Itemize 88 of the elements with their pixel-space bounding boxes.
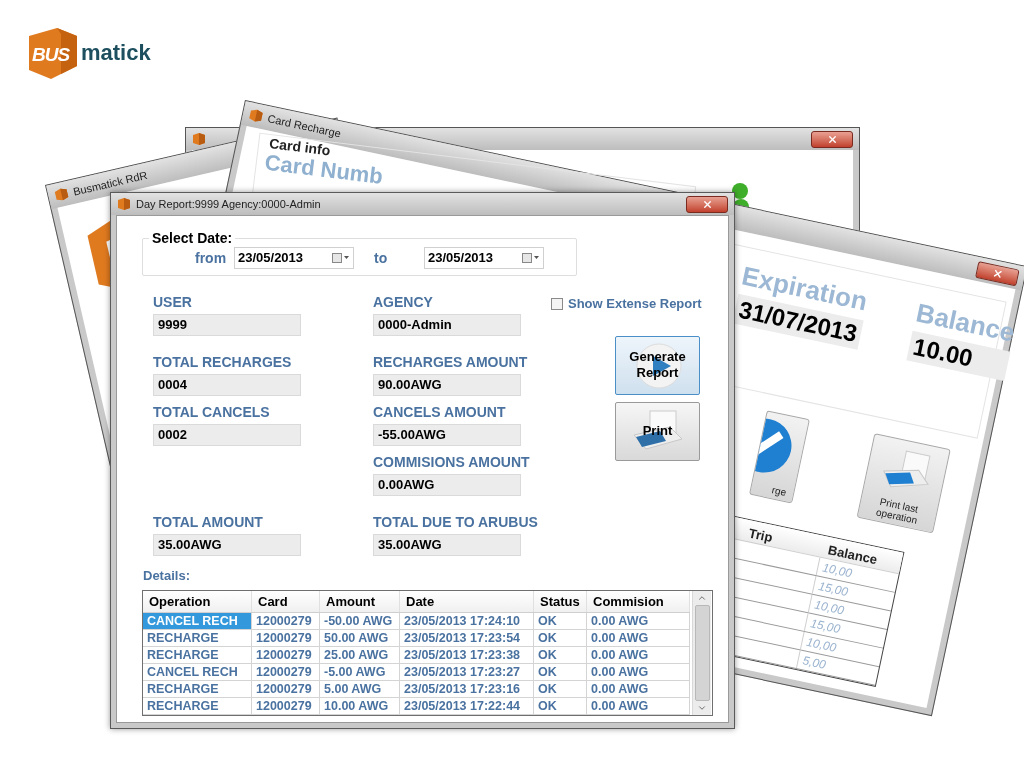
table-cell: 5.00 AWG	[320, 680, 400, 697]
column-header[interactable]: Amount	[320, 590, 400, 612]
show-extense-checkbox[interactable]	[551, 297, 563, 310]
close-button[interactable]	[975, 260, 1020, 286]
close-icon	[826, 133, 838, 145]
table-cell: 12000279	[252, 680, 320, 697]
checkbox-label: Show Extense Report	[568, 295, 702, 313]
app-icon	[53, 186, 70, 203]
table-cell: 12000279	[252, 697, 320, 714]
field-label: CANCELS AMOUNT	[373, 404, 507, 420]
table-cell[interactable]: RECHARGE	[143, 629, 252, 646]
from-label: from	[195, 248, 228, 268]
value-field: 35.00AWG	[153, 534, 301, 556]
field-label: USER	[153, 294, 193, 310]
field-label: RECHARGES AMOUNT	[373, 354, 529, 370]
app-icon	[117, 197, 131, 211]
table-cell: OK	[534, 680, 587, 697]
from-date-field[interactable]: 23/05/2013	[234, 247, 354, 269]
table-cell: 10.00 AWG	[320, 697, 400, 714]
table-cell: OK	[534, 629, 587, 646]
column-header[interactable]: Card	[252, 590, 320, 612]
table-cell: 0.00 AWG	[587, 612, 690, 629]
app-icon	[247, 107, 265, 124]
table-cell: 23/05/2013 17:23:16	[400, 680, 534, 697]
logo-mark: BUS	[27, 26, 79, 80]
value-field: 0.00AWG	[373, 474, 521, 496]
field-label: TOTAL AMOUNT	[153, 514, 264, 530]
table-cell: -5.00 AWG	[320, 663, 400, 680]
recharge-button[interactable]: rge	[749, 410, 810, 504]
table-cell: 23/05/2013 17:23:54	[400, 629, 534, 646]
table-cell: 0.00 AWG	[587, 663, 690, 680]
table-cell: 12000279	[252, 663, 320, 680]
table-cell[interactable]: RECHARGE	[143, 697, 252, 714]
column-header[interactable]: Date	[400, 590, 534, 612]
close-button[interactable]	[686, 195, 728, 213]
to-label: to	[374, 248, 389, 268]
table-cell: OK	[534, 612, 587, 629]
value-field: -55.00AWG	[373, 424, 521, 446]
table-cell: 0.00 AWG	[587, 646, 690, 663]
table-cell[interactable]: RECHARGE	[143, 680, 252, 697]
table-cell: -50.00 AWG	[320, 612, 400, 629]
calendar-dropdown-icon[interactable]	[332, 253, 350, 263]
print-last-operation-button[interactable]: Print last operation	[856, 433, 951, 534]
table-cell: 0.00 AWG	[587, 697, 690, 714]
value-field: 0004	[153, 374, 301, 396]
table-cell[interactable]: CANCEL RECH	[143, 663, 252, 680]
table-cell: OK	[534, 663, 587, 680]
field-label: TOTAL DUE TO ARUBUS	[373, 514, 539, 530]
table-cell: OK	[534, 697, 587, 714]
table-cell: 23/05/2013 17:24:10	[400, 612, 534, 629]
close-icon	[701, 198, 713, 210]
field-label: TOTAL RECHARGES	[153, 354, 293, 370]
table-cell: 23/05/2013 17:23:38	[400, 646, 534, 663]
group-title: Select Date:	[151, 229, 234, 248]
table-cell: 23/05/2013 17:23:27	[400, 663, 534, 680]
close-button[interactable]	[811, 130, 853, 148]
to-date-field[interactable]: 23/05/2013	[424, 247, 544, 269]
column-header[interactable]: Status	[534, 590, 587, 612]
table-cell[interactable]: RECHARGE	[143, 646, 252, 663]
generate-report-button[interactable]: Generate Report	[615, 335, 700, 395]
scrollbar[interactable]	[692, 590, 711, 715]
logo-text: matick	[81, 42, 151, 64]
field-label: COMMISIONS AMOUNT	[373, 454, 531, 470]
calendar-dropdown-icon[interactable]	[522, 253, 540, 263]
details-label: Details:	[143, 567, 191, 585]
field-label: TOTAL CANCELS	[153, 404, 271, 420]
table-cell: 25.00 AWG	[320, 646, 400, 663]
table-cell: 23/05/2013 17:22:44	[400, 697, 534, 714]
app-icon	[192, 132, 206, 146]
window-title: Day Report:9999 Agency:0000-Admin	[136, 196, 321, 212]
table-cell: OK	[534, 646, 587, 663]
value-field: 0002	[153, 424, 301, 446]
table-cell: 12000279	[252, 629, 320, 646]
print-button[interactable]: Print	[615, 401, 700, 461]
table-cell: 12000279	[252, 612, 320, 629]
table-cell: 0.00 AWG	[587, 629, 690, 646]
column-header[interactable]: Trip	[747, 525, 774, 546]
value-field: 9999	[153, 314, 301, 336]
column-header[interactable]: Commision	[587, 590, 690, 612]
value-field: 90.00AWG	[373, 374, 521, 396]
value-field: 0000-Admin	[373, 314, 521, 336]
table-cell: 50.00 AWG	[320, 629, 400, 646]
table-cell: 12000279	[252, 646, 320, 663]
table-cell: 0.00 AWG	[587, 680, 690, 697]
window-title: Card Recharge	[266, 111, 343, 140]
column-header[interactable]: Operation	[143, 590, 252, 612]
field-label: AGENCY	[373, 294, 434, 310]
value-field: 35.00AWG	[373, 534, 521, 556]
